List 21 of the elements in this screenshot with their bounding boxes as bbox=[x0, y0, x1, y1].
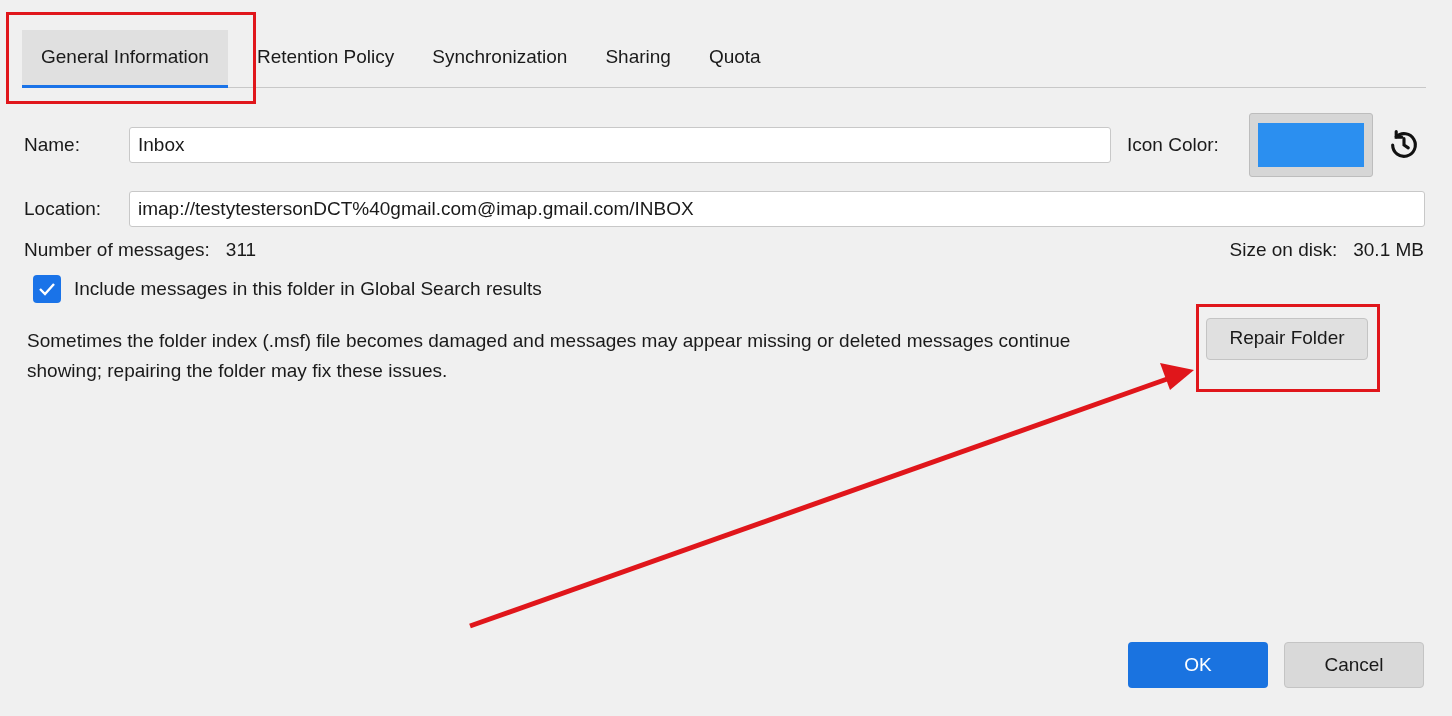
icon-color-label: Icon Color: bbox=[1127, 132, 1220, 157]
checkbox-label[interactable]: Include messages in this folder in Global Search results bbox=[74, 275, 542, 304]
repair-description: Sometimes the folder index (.msf) file becomes damaged and messages may appear missing or deleted messages continue showing; repairing the folder may fix these issues. bbox=[27, 328, 1072, 383]
size-on-disk-label: Size on disk: bbox=[1229, 237, 1338, 262]
tab[interactable]: Synchronization bbox=[413, 30, 587, 88]
location-label: Location: bbox=[23, 196, 103, 221]
repair-folder-button[interactable]: Repair Folder bbox=[1206, 317, 1368, 360]
tab[interactable]: Quota bbox=[689, 30, 780, 88]
message-count-value: 311 bbox=[225, 237, 257, 262]
checkbox[interactable] bbox=[33, 275, 61, 304]
tab[interactable]: General Information bbox=[22, 30, 228, 88]
cancel-button[interactable]: Cancel bbox=[1284, 642, 1424, 688]
name-label: Name: bbox=[23, 132, 81, 157]
name-field[interactable]: Inbox bbox=[129, 127, 1111, 163]
ok-button[interactable]: OK bbox=[1128, 642, 1268, 688]
location-field[interactable]: imap://testytestersonDCT%40gmail.com@imap.gmail.com/INBOX bbox=[129, 191, 1425, 227]
size-on-disk-value: 30.1 MB bbox=[1353, 237, 1424, 262]
tab[interactable]: Sharing bbox=[586, 30, 690, 88]
color-picker-button[interactable] bbox=[1249, 113, 1373, 177]
tab[interactable]: Retention Policy bbox=[237, 30, 414, 88]
message-count-label: Number of messages: bbox=[24, 237, 210, 262]
